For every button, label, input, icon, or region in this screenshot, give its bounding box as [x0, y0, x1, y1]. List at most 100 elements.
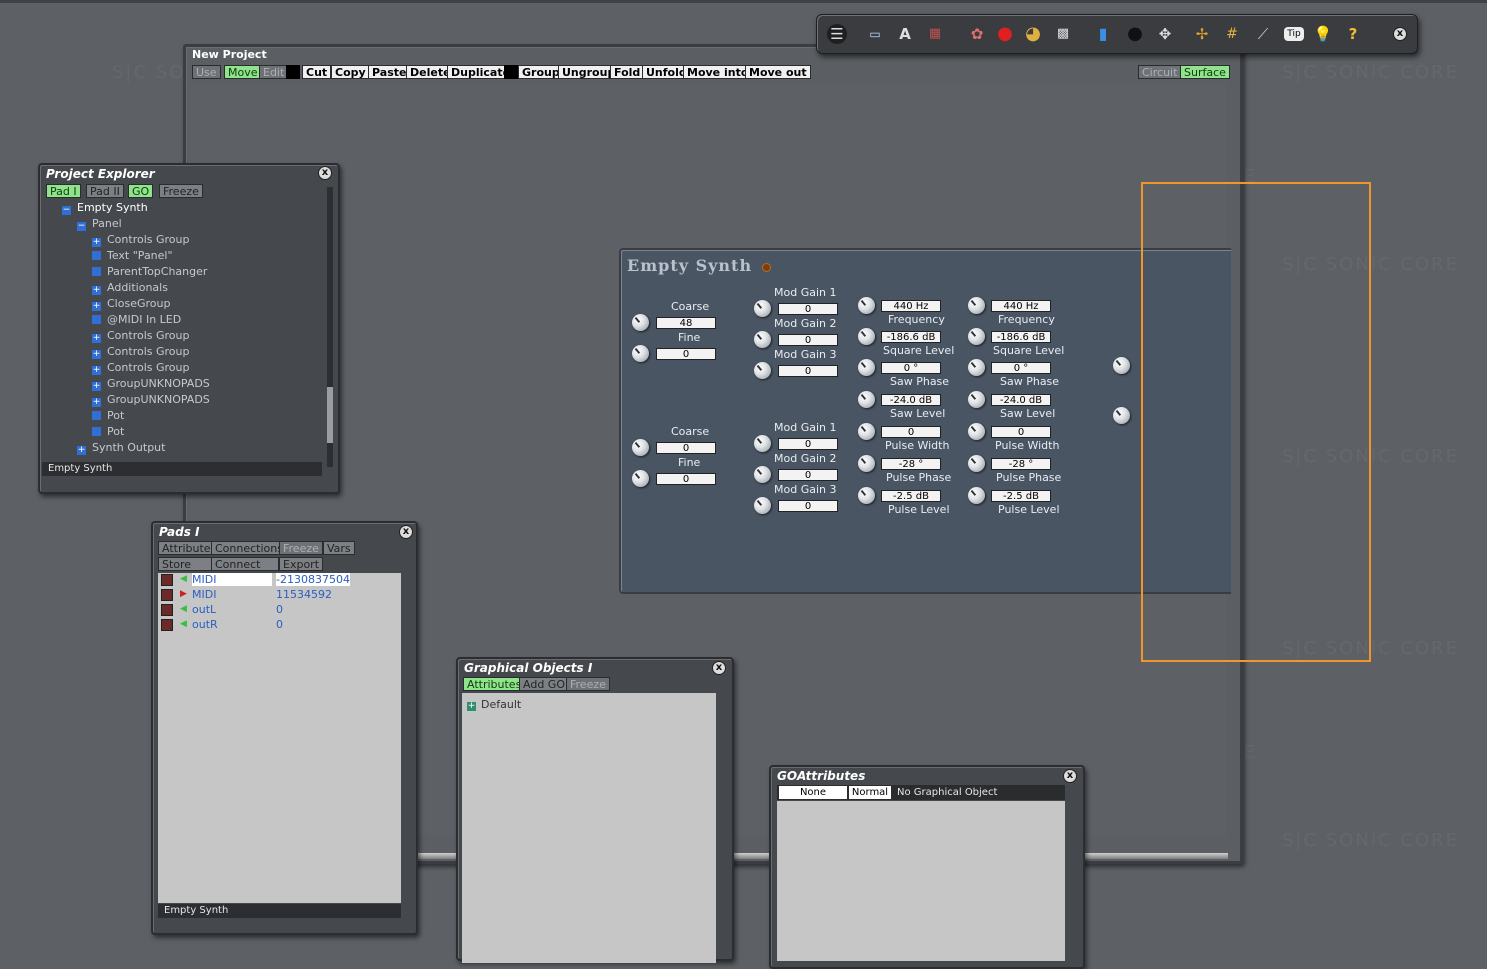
tab-pad-2[interactable]: Pad II [86, 184, 124, 198]
mod-gain-knob[interactable] [754, 331, 771, 348]
coarse-knob[interactable] [632, 439, 649, 456]
pulse-phase-knob[interactable] [968, 455, 985, 472]
tree-node[interactable]: − Empty Synth [62, 201, 148, 215]
cable-icon[interactable]: ⟋ [1253, 24, 1273, 44]
bulb-icon[interactable]: 💡 [1313, 24, 1333, 44]
tree-node[interactable]: Pot [92, 425, 124, 438]
mod-gain-value[interactable]: 0 [778, 365, 838, 377]
pulse-phase-knob[interactable] [858, 455, 875, 472]
saw-level-value[interactable]: -24.0 dB [991, 394, 1051, 406]
saw-phase-value[interactable]: 0 ° [991, 362, 1051, 374]
go-list[interactable]: + Default [462, 693, 716, 963]
menu-icon[interactable]: ☰ [827, 24, 847, 44]
cut-button[interactable]: Cut [302, 65, 332, 79]
tree-node[interactable]: + CloseGroup [92, 297, 170, 311]
pulse-level-value[interactable]: -2.5 dB [991, 490, 1051, 502]
saw-phase-knob[interactable] [858, 359, 875, 376]
pot-knob[interactable] [1113, 407, 1130, 424]
move-out-button[interactable]: Move out [745, 65, 811, 79]
mod-gain-value[interactable]: 0 [778, 469, 838, 481]
tree-node[interactable]: ParentTopChanger [92, 265, 207, 278]
mod-gain-value[interactable]: 0 [778, 500, 838, 512]
frequency-value[interactable]: 440 Hz [991, 300, 1051, 312]
expand-icon[interactable]: + [92, 398, 101, 407]
tree-node[interactable]: + Controls Group [92, 361, 189, 375]
move-into-button[interactable]: Move into [683, 65, 753, 79]
tab-freeze[interactable]: Freeze [566, 677, 610, 691]
expand-icon[interactable]: + [92, 302, 101, 311]
saw-phase-value[interactable]: 0 ° [881, 362, 941, 374]
frequency-knob[interactable] [968, 297, 985, 314]
tree-node[interactable]: @MIDI In LED [92, 313, 181, 326]
pulse-width-knob[interactable] [858, 423, 875, 440]
pulse-width-value[interactable]: 0 [881, 426, 941, 438]
fine-knob[interactable] [632, 345, 649, 362]
square-level-value[interactable]: -186.6 dB [991, 331, 1051, 343]
tree-node[interactable]: Pot [92, 409, 124, 422]
tree-node[interactable]: Text "Panel" [92, 249, 173, 262]
coarse-value[interactable]: 48 [656, 317, 716, 329]
tab-freeze[interactable]: Freeze [159, 184, 203, 198]
close-icon[interactable]: x [318, 166, 332, 180]
pads-list[interactable]: ◀ MIDI -2130837504 ▶ MIDI 11534592 ◀ out… [158, 573, 401, 903]
tree-node[interactable]: − Panel [77, 217, 122, 231]
pulse-phase-value[interactable]: -28 ° [881, 458, 941, 470]
color-picker-icon[interactable]: ✿ [967, 24, 987, 44]
tab-vars[interactable]: Vars [323, 541, 355, 555]
square-level-knob[interactable] [858, 328, 875, 345]
go-attributes-body[interactable] [777, 801, 1065, 961]
mod-gain-knob[interactable] [754, 466, 771, 483]
tab-go[interactable]: GO [128, 184, 154, 198]
tree-node[interactable]: + Controls Group [92, 345, 189, 359]
tab-freeze[interactable]: Freeze [279, 541, 323, 555]
fine-value[interactable]: 0 [656, 348, 716, 360]
mod-gain-knob[interactable] [754, 497, 771, 514]
tree-node[interactable]: + Controls Group [92, 329, 189, 343]
tab-connections[interactable]: Connections [211, 541, 287, 555]
explorer-tree[interactable]: − Empty Synth − Panel + Controls Group Text "P… [44, 201, 320, 465]
expand-icon[interactable]: + [92, 238, 101, 247]
saw-level-knob[interactable] [858, 391, 875, 408]
scrollbar-thumb[interactable] [327, 387, 333, 443]
close-icon[interactable]: x [1393, 27, 1407, 41]
close-icon[interactable]: x [399, 525, 413, 539]
explorer-scrollbar[interactable] [327, 187, 333, 467]
coarse-value[interactable]: 0 [656, 442, 716, 454]
tree-node[interactable]: + Controls Group [92, 233, 189, 247]
copy-button[interactable]: Copy [331, 65, 370, 79]
normal-field[interactable]: Normal [849, 786, 891, 799]
pulse-level-value[interactable]: -2.5 dB [881, 490, 941, 502]
group-button[interactable]: Group [518, 65, 564, 79]
mode-edit-button[interactable]: Edit [259, 65, 289, 79]
mod-gain-knob[interactable] [754, 435, 771, 452]
expand-icon[interactable]: + [92, 382, 101, 391]
synth-module[interactable]: Empty Synth Coarse 48 Fine 0 Coarse 0 Fi… [619, 248, 1231, 594]
export-button[interactable]: Export [279, 557, 323, 571]
fold-button[interactable]: Fold [610, 65, 645, 79]
saw-phase-knob[interactable] [968, 359, 985, 376]
fine-value[interactable]: 0 [656, 473, 716, 485]
surface-tab[interactable]: Surface [1180, 65, 1230, 79]
mod-gain-knob[interactable] [754, 300, 771, 317]
frequency-knob[interactable] [858, 297, 875, 314]
mod-gain-value[interactable]: 0 [778, 438, 838, 450]
expand-icon[interactable]: + [92, 366, 101, 375]
tree-node[interactable]: + GroupUNKNOPADS [92, 393, 210, 407]
saw-level-value[interactable]: -24.0 dB [881, 394, 941, 406]
checker-icon[interactable]: ▩ [1053, 24, 1073, 44]
pulse-width-value[interactable]: 0 [991, 426, 1051, 438]
circuit-tab[interactable]: Circuit [1138, 65, 1182, 79]
fine-knob[interactable] [632, 470, 649, 487]
tip-icon[interactable]: Tip [1284, 27, 1304, 41]
paste-button[interactable]: Paste [368, 65, 411, 79]
tab-attributes[interactable]: Attributes [463, 677, 526, 691]
book-icon[interactable]: ▮ [1093, 24, 1113, 44]
mode-move-button[interactable]: Move [224, 65, 262, 79]
text-tool-icon[interactable]: A [895, 24, 915, 44]
tree-node[interactable]: + Synth Output [77, 441, 165, 455]
expand-icon[interactable]: + [77, 446, 86, 455]
frequency-value[interactable]: 440 Hz [881, 300, 941, 312]
close-icon[interactable]: x [1063, 769, 1077, 783]
store-button[interactable]: Store [158, 557, 212, 571]
close-icon[interactable]: x [712, 661, 726, 675]
